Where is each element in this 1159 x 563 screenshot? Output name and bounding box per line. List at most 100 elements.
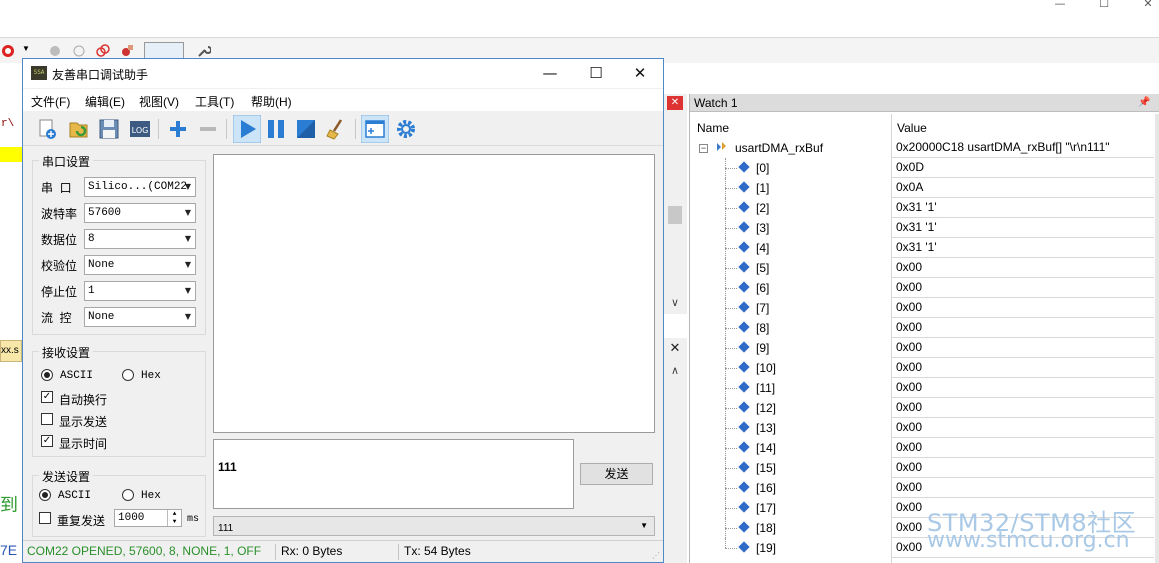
watch-item-value[interactable]: 0x00 (892, 278, 1154, 298)
debug-icon[interactable] (1, 44, 15, 58)
watch-row[interactable]: [8] 0x00 (690, 318, 1159, 338)
watch-item-value[interactable]: 0x0D (892, 158, 1154, 178)
collapse-icon[interactable]: − (699, 144, 708, 153)
watch-item-value[interactable]: 0x00 (892, 258, 1154, 278)
stepper-arrows-icon[interactable]: ▲ ▼ (167, 510, 181, 526)
window-icon[interactable] (361, 115, 389, 143)
watch-item-value[interactable]: 0x00 (892, 458, 1154, 478)
breakpoint-icon[interactable] (48, 44, 62, 58)
send-hex-radio[interactable] (122, 489, 134, 501)
watch-root-row[interactable]: − usartDMA_rxBuf 0x20000C18 usartDMA_rxB… (690, 138, 1159, 158)
recv-ascii-radio[interactable] (41, 369, 53, 381)
close-icon[interactable]: ✕ (667, 341, 683, 355)
watch-item-value[interactable]: 0x00 (892, 318, 1154, 338)
watch-row[interactable]: [0] 0x0D (690, 158, 1159, 178)
add-icon[interactable] (166, 117, 190, 141)
port-select[interactable]: Silico...(COM22 ▼ (84, 177, 196, 197)
new-session-icon[interactable] (35, 117, 59, 141)
watch-item-value[interactable]: 0x0A (892, 178, 1154, 198)
menu-view[interactable]: 视图(V) (139, 93, 179, 110)
chevron-down-icon[interactable]: ∨ (668, 296, 682, 312)
send-textarea[interactable]: 111 (213, 439, 574, 509)
watch-row[interactable]: [1] 0x0A (690, 178, 1159, 198)
watch-row[interactable]: [5] 0x00 (690, 258, 1159, 278)
menu-help[interactable]: 帮助(H) (251, 93, 292, 110)
watch-row[interactable]: [6] 0x00 (690, 278, 1159, 298)
menu-file[interactable]: 文件(F) (31, 93, 70, 110)
pause-icon[interactable] (264, 117, 288, 141)
open-icon[interactable] (67, 117, 91, 141)
flowcontrol-select[interactable]: None ▼ (84, 307, 196, 327)
start-icon[interactable] (233, 115, 261, 143)
send-ascii-radio[interactable] (39, 489, 51, 501)
dialog-titlebar: SSA 友善串口调试助手 — ☐ ✕ (23, 59, 663, 88)
resize-grip-icon[interactable]: ⋰ (652, 551, 660, 560)
watch-row[interactable]: [4] 0x31 '1' (690, 238, 1159, 258)
flowcontrol-label: 流 控 (41, 311, 72, 325)
watch-row[interactable]: [14] 0x00 (690, 438, 1159, 458)
ide-close-icon[interactable]: ✕ (1128, 0, 1159, 14)
watch-item-value[interactable]: 0x00 (892, 438, 1154, 458)
watch-item-value[interactable]: 0x00 (892, 298, 1154, 318)
disable-breakpoint-icon[interactable] (96, 44, 110, 58)
menu-edit[interactable]: 编辑(E) (85, 93, 125, 110)
ide-minimize-icon[interactable]: — (1040, 0, 1080, 14)
scrollbar-thumb[interactable] (668, 206, 682, 224)
clear-icon[interactable] (325, 117, 349, 141)
ide-file-tab[interactable]: xx.s (0, 340, 22, 362)
breakpoint-empty-icon[interactable] (72, 44, 86, 58)
chevron-up-icon[interactable]: ∧ (668, 364, 682, 380)
watch-row[interactable]: [15] 0x00 (690, 458, 1159, 478)
maximize-button[interactable]: ☐ (573, 59, 619, 88)
watch-title-text: Watch 1 (694, 96, 738, 110)
recv-hex-radio[interactable] (122, 369, 134, 381)
send-history-select[interactable]: 111 ▼ (213, 516, 655, 536)
watch-item-value[interactable]: 0x00 (892, 398, 1154, 418)
show-time-checkbox[interactable]: ✓ (41, 435, 53, 447)
interval-stepper[interactable]: 1000 ▲ ▼ (114, 509, 182, 527)
log-icon[interactable]: LOG (128, 117, 152, 141)
remove-icon[interactable] (196, 117, 220, 141)
repeat-send-checkbox[interactable] (39, 512, 51, 524)
ide-maximize-icon[interactable]: ☐ (1084, 0, 1124, 14)
watch-row[interactable]: [2] 0x31 '1' (690, 198, 1159, 218)
close-icon[interactable]: ✕ (667, 96, 683, 110)
pin-icon[interactable]: 📌 (1138, 94, 1150, 112)
stop-icon[interactable] (294, 117, 318, 141)
chevron-down-icon[interactable]: ▼ (22, 44, 36, 58)
receive-textarea[interactable] (213, 154, 655, 433)
save-icon[interactable] (97, 117, 121, 141)
watch-item-value[interactable]: 0x31 '1' (892, 238, 1154, 258)
minimize-button[interactable]: — (527, 59, 573, 88)
watch-row[interactable]: [9] 0x00 (690, 338, 1159, 358)
stopbits-select[interactable]: 1 ▼ (84, 281, 196, 301)
kill-breakpoints-icon[interactable] (120, 44, 134, 58)
watch-row[interactable]: [16] 0x00 (690, 478, 1159, 498)
watch-item-value[interactable]: 0x00 (892, 378, 1154, 398)
watch-item-value[interactable]: 0x00 (892, 478, 1154, 498)
watch-row[interactable]: [10] 0x00 (690, 358, 1159, 378)
column-header-value[interactable]: Value (897, 121, 927, 135)
baud-select[interactable]: 57600 ▼ (84, 203, 196, 223)
parity-select[interactable]: None ▼ (84, 255, 196, 275)
settings-icon[interactable] (394, 117, 418, 141)
watch-row[interactable]: [11] 0x00 (690, 378, 1159, 398)
watch-item-value[interactable]: 0x00 (892, 338, 1154, 358)
close-button[interactable]: ✕ (617, 59, 663, 88)
watch-item-value[interactable]: 0x00 (892, 358, 1154, 378)
watch-item-value[interactable]: 0x31 '1' (892, 198, 1154, 218)
wrench-icon[interactable] (197, 44, 211, 58)
watch-row[interactable]: [12] 0x00 (690, 398, 1159, 418)
show-send-checkbox[interactable] (41, 413, 53, 425)
send-button[interactable]: 发送 (580, 463, 653, 485)
watch-item-value[interactable]: 0x00 (892, 418, 1154, 438)
watch-row[interactable]: [13] 0x00 (690, 418, 1159, 438)
watch-row[interactable]: [7] 0x00 (690, 298, 1159, 318)
watch-item-value[interactable]: 0x31 '1' (892, 218, 1154, 238)
column-header-name[interactable]: Name (697, 121, 729, 135)
databits-select[interactable]: 8 ▼ (84, 229, 196, 249)
auto-newline-checkbox[interactable]: ✓ (41, 391, 53, 403)
watch-item-value[interactable]: 0x20000C18 usartDMA_rxBuf[] "\r\n111" (892, 138, 1154, 158)
watch-row[interactable]: [3] 0x31 '1' (690, 218, 1159, 238)
menu-tools[interactable]: 工具(T) (195, 93, 234, 110)
